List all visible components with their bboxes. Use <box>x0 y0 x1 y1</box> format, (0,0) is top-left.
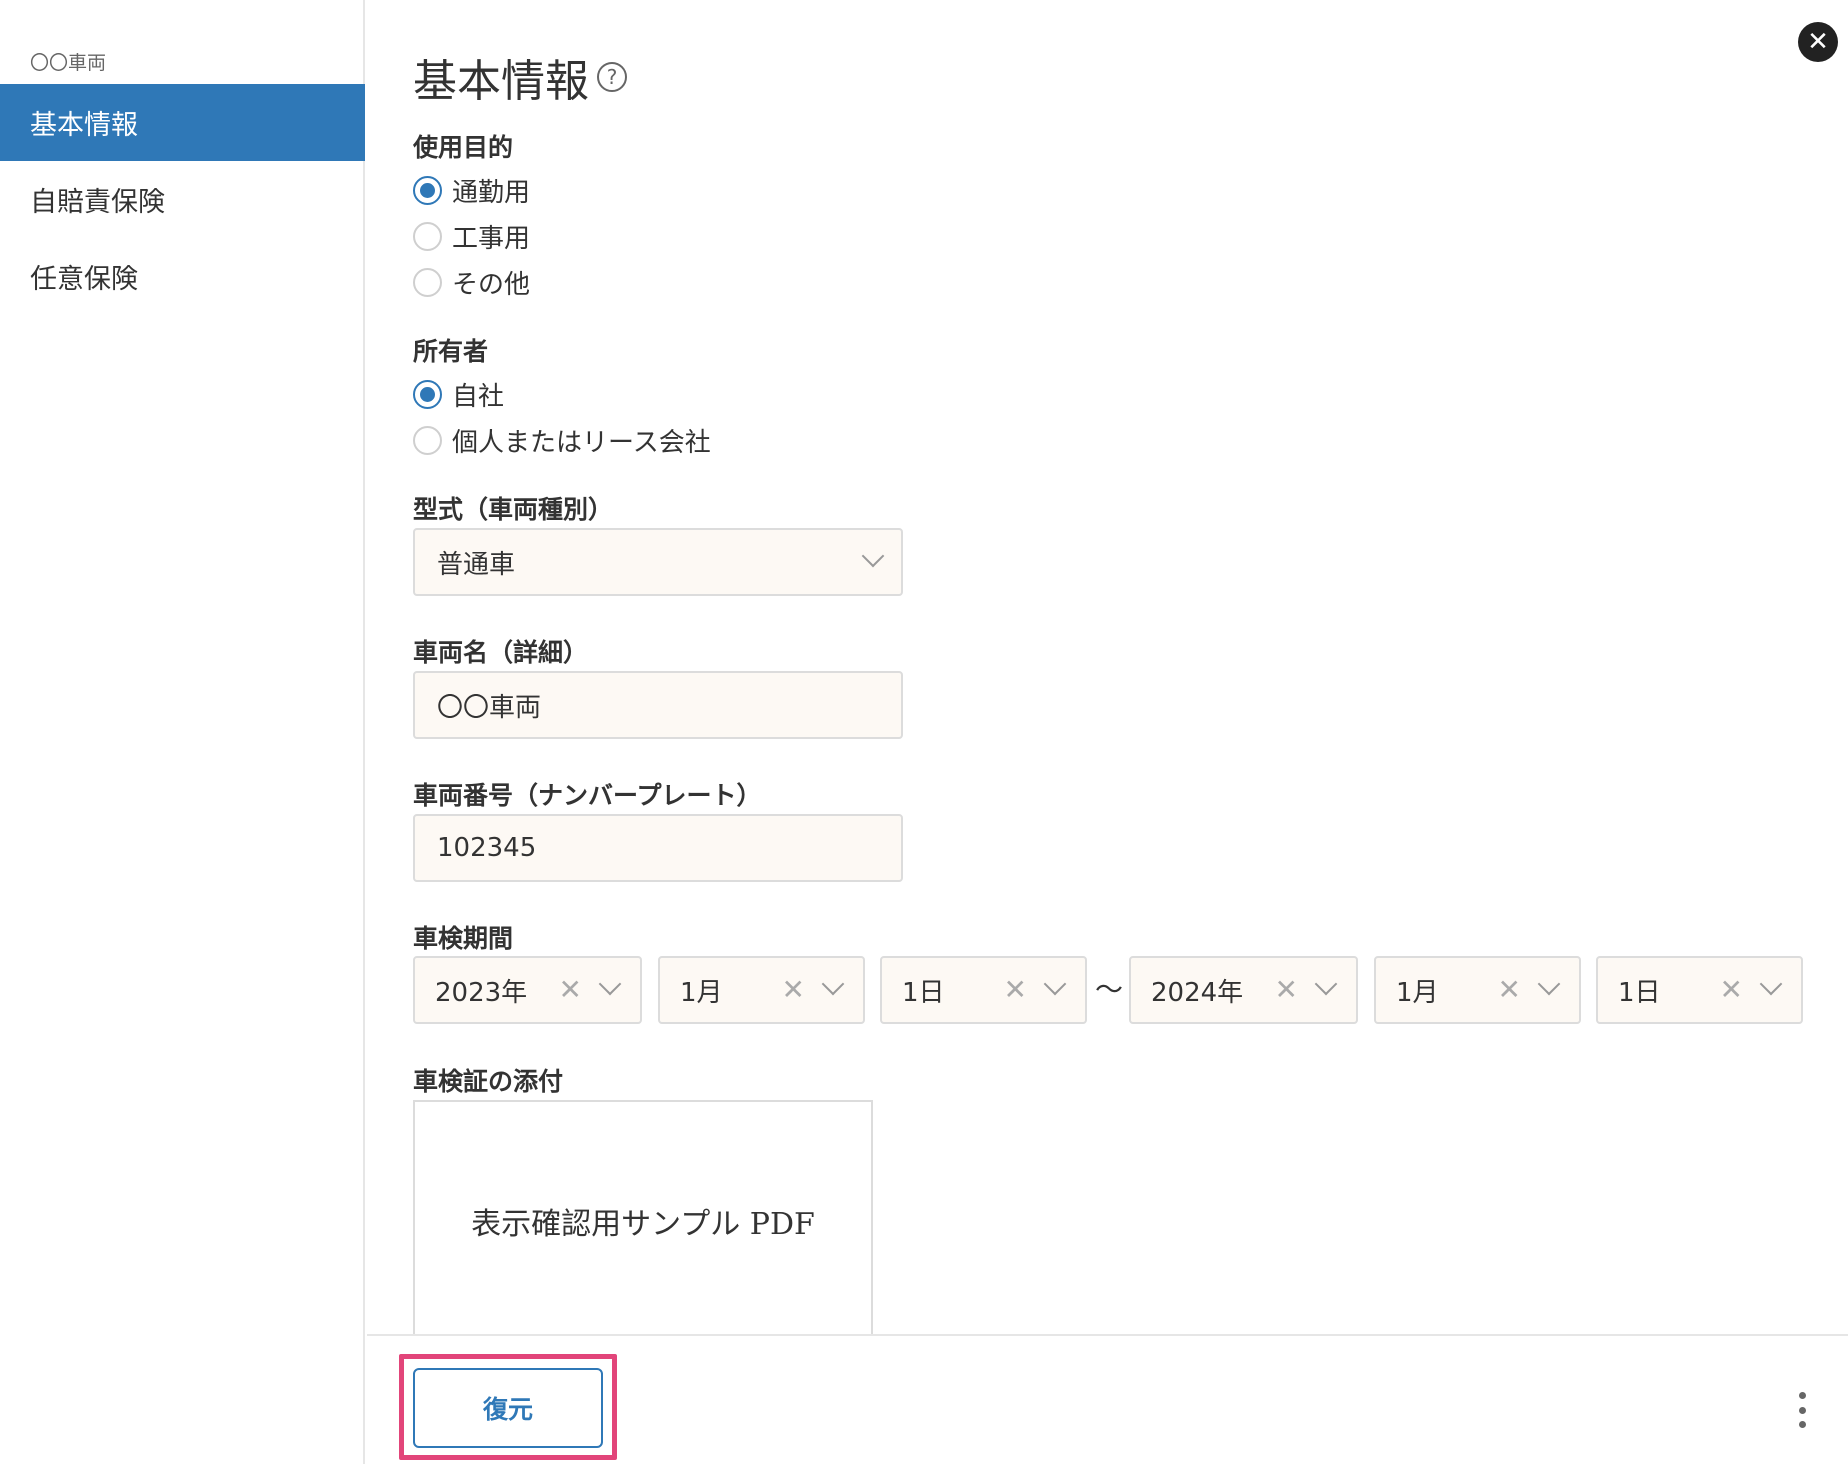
owner-option-company[interactable]: 自社 <box>413 376 504 413</box>
owner-option-individual-lease[interactable]: 個人またはリース会社 <box>413 422 711 459</box>
model-select[interactable]: 普通車 <box>413 528 903 596</box>
inspection-period-label: 車検期間 <box>413 924 514 953</box>
clear-icon[interactable]: ✕ <box>1498 973 1521 1006</box>
end-month-select[interactable]: 1月 ✕ <box>1374 956 1581 1024</box>
sidebar-item-compulsory-insurance[interactable]: 自賠責保険 <box>0 161 365 238</box>
clear-icon[interactable]: ✕ <box>559 973 582 1006</box>
sidebar-record-name: 〇〇車両 <box>30 52 107 74</box>
end-day-select[interactable]: 1日 ✕ <box>1596 956 1803 1024</box>
radio-label: 個人またはリース会社 <box>452 428 711 458</box>
attachment-label: 車検証の添付 <box>413 1067 564 1096</box>
plate-number-label: 車両番号（ナンバープレート） <box>413 781 762 810</box>
attachment-preview-text: 表示確認用サンプル PDF <box>471 1207 815 1242</box>
purpose-option-commute[interactable]: 通勤用 <box>413 172 530 209</box>
chevron-down-icon <box>1759 972 1783 996</box>
radio-checked[interactable] <box>413 176 442 205</box>
help-icon[interactable]: ? <box>597 62 627 92</box>
radio-label: その他 <box>452 270 531 300</box>
end-day-value: 1日 <box>1618 977 1661 1008</box>
purpose-option-other[interactable]: その他 <box>413 264 530 301</box>
radio-unchecked[interactable] <box>413 268 442 297</box>
start-day-value: 1日 <box>902 977 945 1008</box>
start-year-value: 2023年 <box>435 977 528 1008</box>
clear-icon[interactable]: ✕ <box>1275 973 1298 1006</box>
sidebar-item-voluntary-insurance[interactable]: 任意保険 <box>0 238 365 315</box>
owner-label: 所有者 <box>413 337 489 366</box>
dot <box>1798 1421 1806 1428</box>
clear-icon[interactable]: ✕ <box>1004 973 1027 1006</box>
sidebar-item-basic-info[interactable]: 基本情報 <box>0 84 365 161</box>
chevron-down-icon <box>1314 972 1338 996</box>
radio-unchecked[interactable] <box>413 426 442 455</box>
purpose-label: 使用目的 <box>413 133 514 162</box>
end-year-select[interactable]: 2024年 ✕ <box>1129 956 1358 1024</box>
radio-checked[interactable] <box>413 380 442 409</box>
chevron-down-icon <box>821 972 845 996</box>
page-title-text: 基本情報 <box>413 56 589 107</box>
sidebar: 〇〇車両 基本情報 自賠責保険 任意保険 <box>0 0 365 1464</box>
chevron-down-icon <box>861 544 885 568</box>
period-separator: 〜 <box>1095 973 1124 1006</box>
end-year-value: 2024年 <box>1151 977 1244 1008</box>
chevron-down-icon <box>598 972 622 996</box>
footer-bar: 復元 <box>367 1334 1848 1464</box>
dot <box>1798 1392 1806 1399</box>
purpose-option-construction[interactable]: 工事用 <box>413 218 530 255</box>
main-panel: 基本情報 ? ✕ 使用目的 通勤用 工事用 その他 所有者 自社 個人またはリー… <box>367 0 1848 1464</box>
model-label: 型式（車両種別） <box>413 495 614 524</box>
model-select-value: 普通車 <box>437 549 516 580</box>
sidebar-item-label: 自賠責保険 <box>30 187 165 218</box>
start-month-select[interactable]: 1月 ✕ <box>658 956 865 1024</box>
close-icon[interactable]: ✕ <box>1798 22 1838 62</box>
start-year-select[interactable]: 2023年 ✕ <box>413 956 642 1024</box>
radio-label: 通勤用 <box>452 178 531 208</box>
chevron-down-icon <box>1043 972 1067 996</box>
clear-icon[interactable]: ✕ <box>1720 973 1743 1006</box>
radio-label: 自社 <box>452 382 505 412</box>
page-title: 基本情報 ? <box>413 45 627 109</box>
plate-number-input[interactable]: 102345 <box>413 814 903 882</box>
more-options-icon[interactable] <box>1796 1392 1808 1428</box>
clear-icon[interactable]: ✕ <box>782 973 805 1006</box>
end-month-value: 1月 <box>1396 977 1439 1008</box>
vehicle-name-input[interactable]: 〇〇車両 <box>413 671 903 739</box>
chevron-down-icon <box>1537 972 1561 996</box>
start-day-select[interactable]: 1日 ✕ <box>880 956 1087 1024</box>
app-window: 〇〇車両 基本情報 自賠責保険 任意保険 基本情報 ? ✕ 使用目的 通勤用 工… <box>0 0 1848 1464</box>
sidebar-item-label: 任意保険 <box>30 264 138 295</box>
restore-button[interactable]: 復元 <box>413 1368 603 1448</box>
vehicle-name-label: 車両名（詳細） <box>413 638 589 667</box>
start-month-value: 1月 <box>680 977 723 1008</box>
attachment-preview[interactable]: 表示確認用サンプル PDF <box>413 1100 873 1340</box>
radio-unchecked[interactable] <box>413 222 442 251</box>
sidebar-item-label: 基本情報 <box>30 110 138 141</box>
radio-label: 工事用 <box>452 224 531 254</box>
dot <box>1798 1406 1806 1414</box>
